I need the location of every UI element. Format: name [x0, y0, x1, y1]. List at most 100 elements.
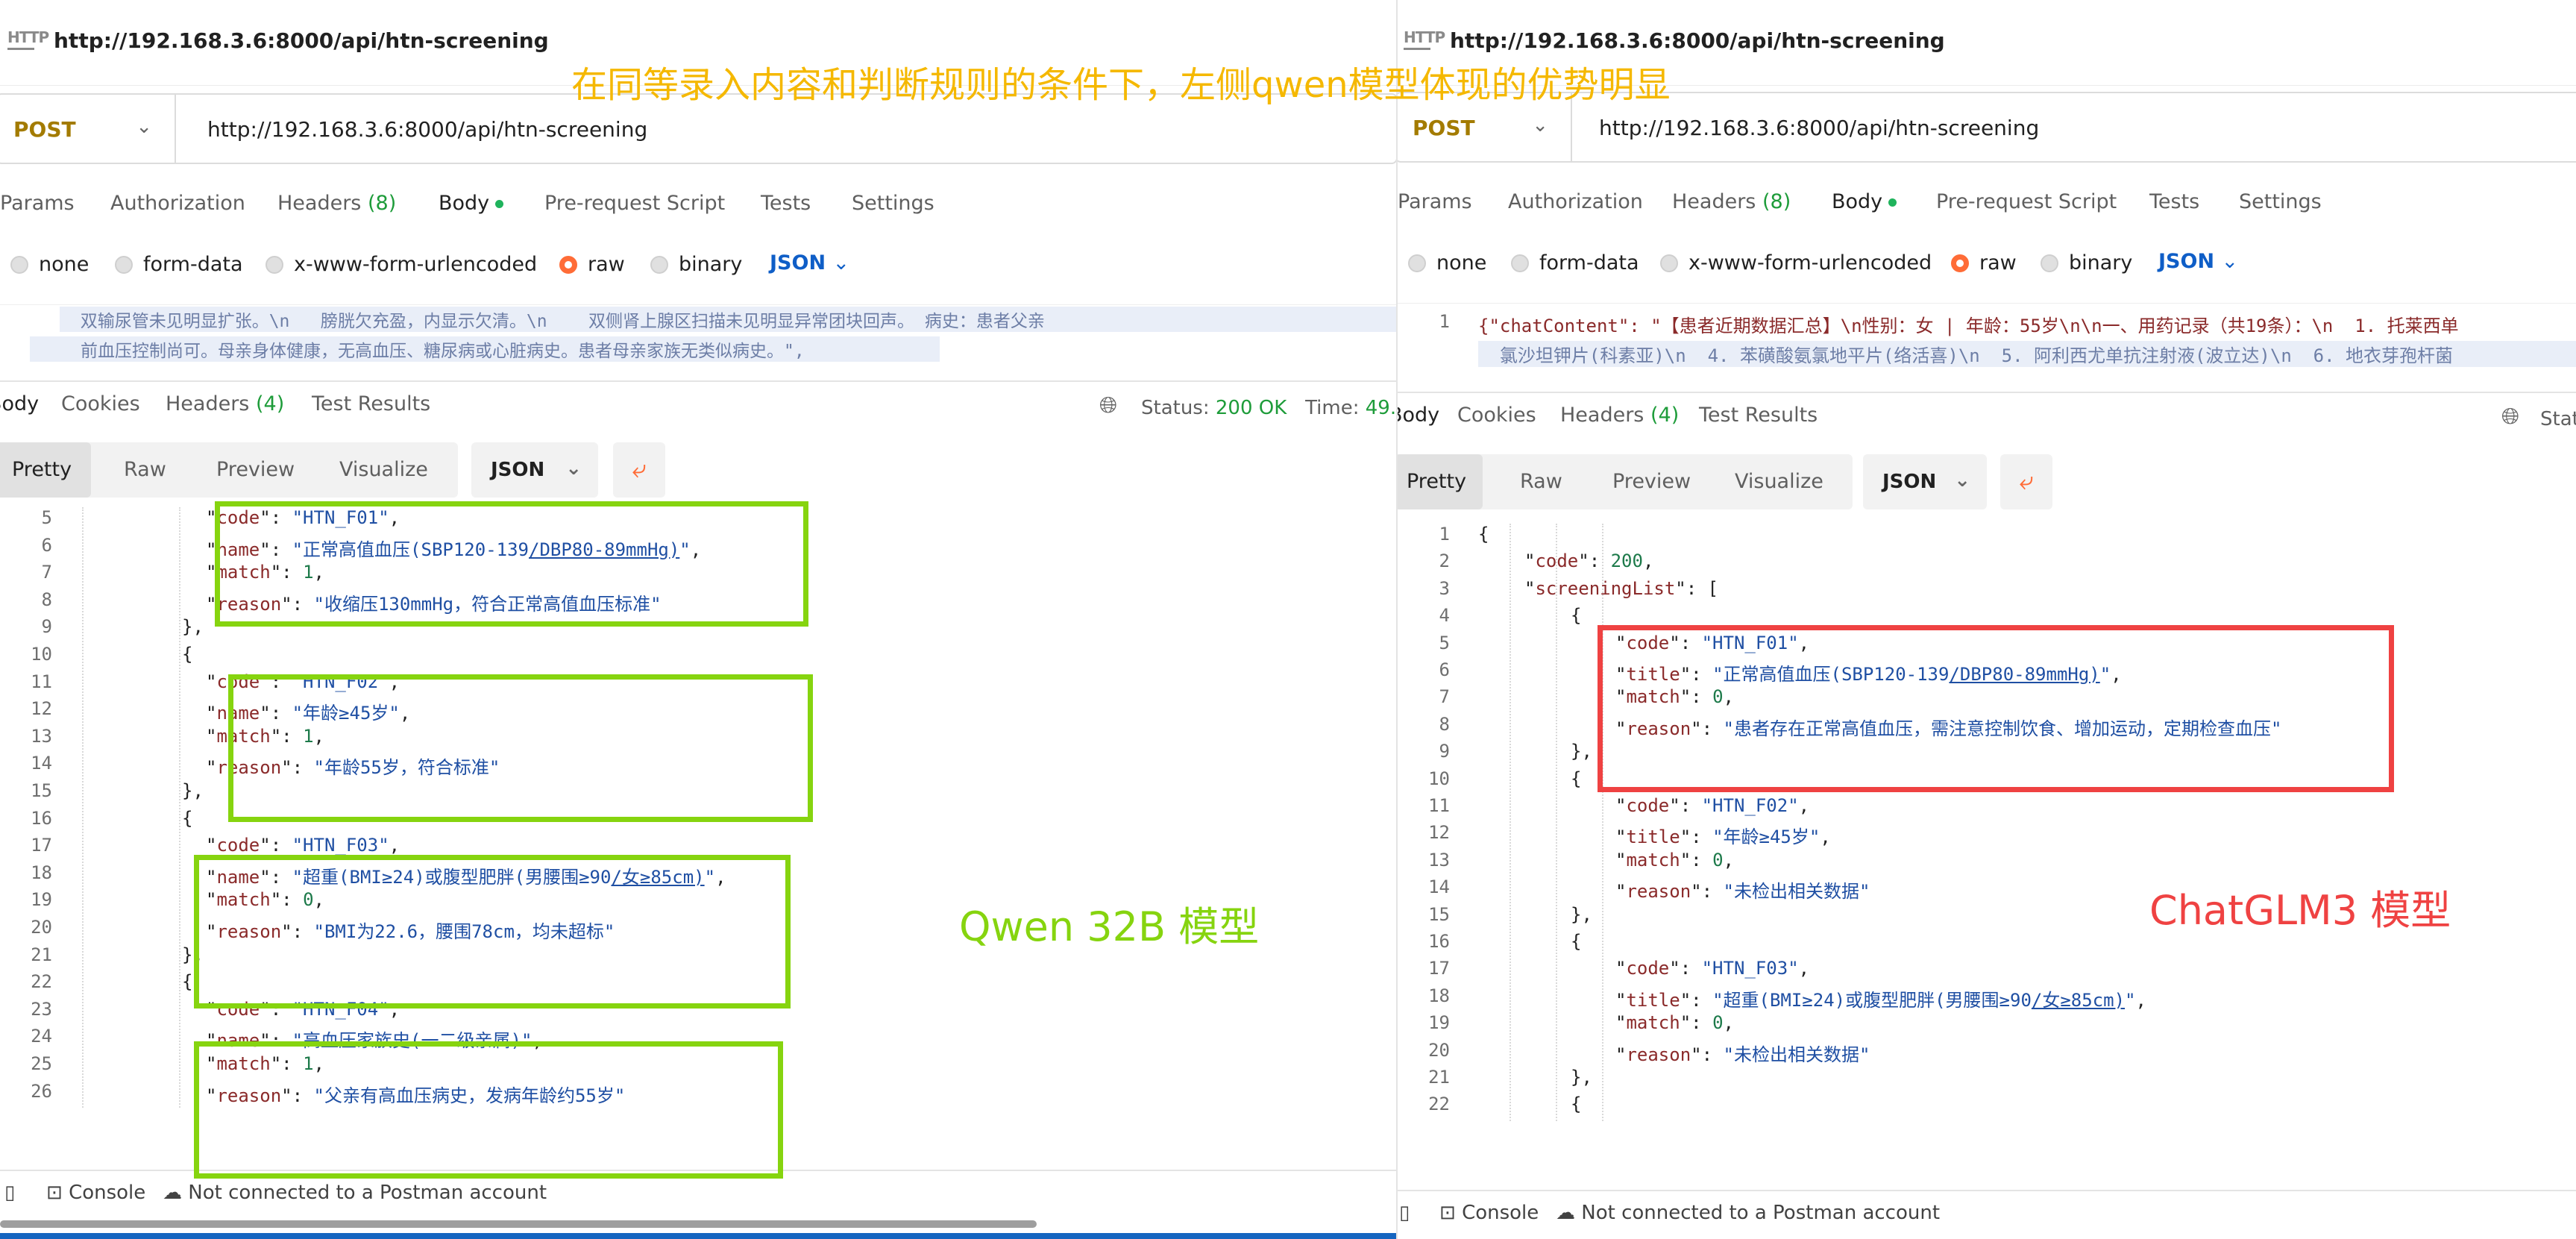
- response-tabs: Body Cookies Headers (4) Test Results 🌐︎…: [1398, 392, 2576, 444]
- request-url-input[interactable]: http://192.168.3.6:8000/api/htn-screenin…: [1599, 116, 2039, 140]
- globe-icon[interactable]: 🌐︎: [2501, 404, 2519, 430]
- tab-test-results[interactable]: Test Results: [1699, 404, 1818, 427]
- status-label: Status:: [1141, 397, 1210, 419]
- body-text-line: 双输尿管未见明显扩张。\n 膀胱欠充盈，内显示欠清。\n 双侧肾上腺区扫描未见明…: [60, 307, 1396, 332]
- radio-form-data[interactable]: form-data: [1511, 251, 1639, 275]
- response-view-toolbar: Pretty Raw Preview Visualize JSON ⌄ ⤶: [0, 442, 746, 498]
- tab-response-body[interactable]: Body: [1398, 404, 1439, 427]
- radio-none[interactable]: none: [10, 253, 89, 276]
- method-select[interactable]: POST ⌄: [0, 95, 176, 163]
- radio-circle-icon: [115, 256, 133, 274]
- http-request-icon: HTTP: [1404, 30, 1445, 52]
- radio-x-www-form-urlencoded[interactable]: x-www-form-urlencoded: [266, 253, 537, 276]
- chevron-down-icon: ⌄: [136, 116, 152, 138]
- tab-test-results[interactable]: Test Results: [312, 392, 430, 415]
- line-number: 3: [1439, 577, 1450, 599]
- tab-tests[interactable]: Tests: [2149, 190, 2199, 213]
- view-pretty[interactable]: Pretty: [1407, 470, 1466, 493]
- code-line: "code": "HTN_F02",: [1615, 795, 1810, 816]
- indent-guide: [82, 507, 84, 1108]
- view-raw[interactable]: Raw: [124, 458, 166, 481]
- sidebar-toggle-icon[interactable]: ▯: [4, 1182, 15, 1204]
- tab-authorization[interactable]: Authorization: [110, 192, 245, 215]
- request-body-editor[interactable]: 1 {"chatContent": "【患者近期数据汇总】\n性别：女 | 年龄…: [1398, 303, 2576, 385]
- tab-params[interactable]: Params: [1398, 190, 1472, 213]
- view-pretty[interactable]: Pretty: [12, 458, 72, 481]
- wrap-lines-icon[interactable]: ⤶: [613, 442, 665, 498]
- json-key: screeningList: [1535, 577, 1676, 599]
- radio-none[interactable]: none: [1408, 251, 1486, 275]
- tab-headers[interactable]: Headers (8): [277, 192, 396, 215]
- tab-settings[interactable]: Settings: [2239, 190, 2322, 213]
- request-body-editor[interactable]: 双输尿管未见明显扩张。\n 膀胱欠充盈，内显示欠清。\n 双侧肾上腺区扫描未见明…: [0, 304, 1396, 364]
- wrap-lines-icon[interactable]: ⤶: [2000, 454, 2052, 509]
- globe-icon[interactable]: 🌐︎: [1099, 392, 1117, 418]
- console-button[interactable]: ⊡ Console: [1439, 1202, 1539, 1224]
- radio-form-data[interactable]: form-data: [115, 253, 243, 276]
- code-line: },: [182, 780, 204, 801]
- body-format-label: JSON: [770, 251, 826, 275]
- view-preview[interactable]: Preview: [1612, 470, 1691, 493]
- tab-headers-label: Headers: [277, 192, 362, 215]
- view-visualize[interactable]: Visualize: [1735, 470, 1823, 493]
- tab-response-headers[interactable]: Headers (4): [166, 392, 284, 415]
- sidebar-toggle-icon[interactable]: ▯: [1399, 1202, 1410, 1224]
- tab-pre-request-script[interactable]: Pre-request Script: [1936, 190, 2117, 213]
- body-type-options: none form-data x-www-form-urlencoded raw…: [1398, 241, 2576, 286]
- body-text-line: {"chatContent": "【患者近期数据汇总】\n性别：女 | 年龄：5…: [1478, 316, 2459, 336]
- code-line: "title": "超重(BMI≥24)或腹型肥胖(男腰围≥90/女≥85cm)…: [1615, 989, 2146, 1011]
- json-punct: ,: [1723, 849, 1734, 871]
- account-status[interactable]: ☁︎ Not connected to a Postman account: [163, 1182, 547, 1204]
- tab-settings[interactable]: Settings: [852, 192, 934, 215]
- line-number: 1: [1439, 311, 1450, 332]
- code-line: {: [1571, 605, 1581, 626]
- response-format-select[interactable]: JSON ⌄: [1863, 454, 1987, 509]
- view-visualize[interactable]: Visualize: [339, 458, 428, 481]
- radio-raw[interactable]: raw: [1951, 251, 2017, 275]
- code-line: {: [1571, 768, 1581, 789]
- json-key: reason: [1626, 1044, 1691, 1065]
- json-punct: ,: [1820, 826, 1831, 848]
- radio-selected-icon: [559, 256, 577, 274]
- tab-tests[interactable]: Tests: [761, 192, 811, 215]
- chevron-down-icon: ⌄: [1954, 469, 1970, 492]
- tab-params[interactable]: Params: [0, 192, 75, 215]
- tab-body[interactable]: Body: [439, 192, 504, 215]
- radio-x-www-form-urlencoded[interactable]: x-www-form-urlencoded: [1660, 251, 1932, 275]
- response-format-select[interactable]: JSON ⌄: [471, 442, 598, 498]
- tab-pre-request-script[interactable]: Pre-request Script: [544, 192, 725, 215]
- account-status[interactable]: ☁︎ Not connected to a Postman account: [1556, 1202, 1940, 1224]
- request-url-input[interactable]: http://192.168.3.6:8000/api/htn-screenin…: [207, 117, 647, 142]
- json-punct: [: [1707, 577, 1719, 599]
- request-title-url[interactable]: http://192.168.3.6:8000/api/htn-screenin…: [1450, 28, 1945, 53]
- json-punct: {: [182, 644, 193, 665]
- body-format-select[interactable]: JSON ⌄: [2158, 250, 2238, 273]
- tab-response-body[interactable]: Body: [0, 392, 39, 415]
- line-number: 25: [31, 1053, 52, 1074]
- line-number: 19: [1428, 1012, 1450, 1034]
- right-postman-pane: HTTP http://192.168.3.6:8000/api/htn-scr…: [1396, 0, 2576, 1239]
- tab-response-cookies[interactable]: Cookies: [61, 392, 140, 415]
- tab-authorization[interactable]: Authorization: [1508, 190, 1643, 213]
- line-number: 6: [1439, 659, 1450, 680]
- radio-binary[interactable]: binary: [2041, 251, 2132, 275]
- radio-circle-icon: [1408, 254, 1426, 272]
- console-button[interactable]: ⊡ Console: [46, 1182, 145, 1204]
- tab-body[interactable]: Body: [1832, 190, 1897, 213]
- view-preview[interactable]: Preview: [216, 458, 295, 481]
- cloud-off-icon: ☁︎: [163, 1182, 182, 1204]
- response-code-view[interactable]: 1 2 3 4 5 6 7 8 9 10 11 12 13 14 15 16 17 18 19 20 21 22{"cod…: [1398, 524, 2576, 1186]
- view-raw[interactable]: Raw: [1520, 470, 1562, 493]
- json-punct: },: [1571, 741, 1592, 762]
- horizontal-scrollbar[interactable]: [0, 1220, 1037, 1228]
- request-title-url[interactable]: http://192.168.3.6:8000/api/htn-screenin…: [54, 28, 549, 53]
- line-number: 14: [31, 753, 52, 774]
- line-number: 5: [41, 507, 52, 528]
- tab-headers[interactable]: Headers (8): [1672, 190, 1791, 213]
- radio-binary[interactable]: binary: [650, 253, 742, 276]
- body-format-select[interactable]: JSON ⌄: [770, 251, 849, 275]
- tab-response-headers[interactable]: Headers (4): [1560, 404, 1679, 427]
- tab-response-cookies[interactable]: Cookies: [1457, 404, 1536, 427]
- radio-raw[interactable]: raw: [559, 253, 625, 276]
- json-punct: ,: [1798, 958, 1810, 979]
